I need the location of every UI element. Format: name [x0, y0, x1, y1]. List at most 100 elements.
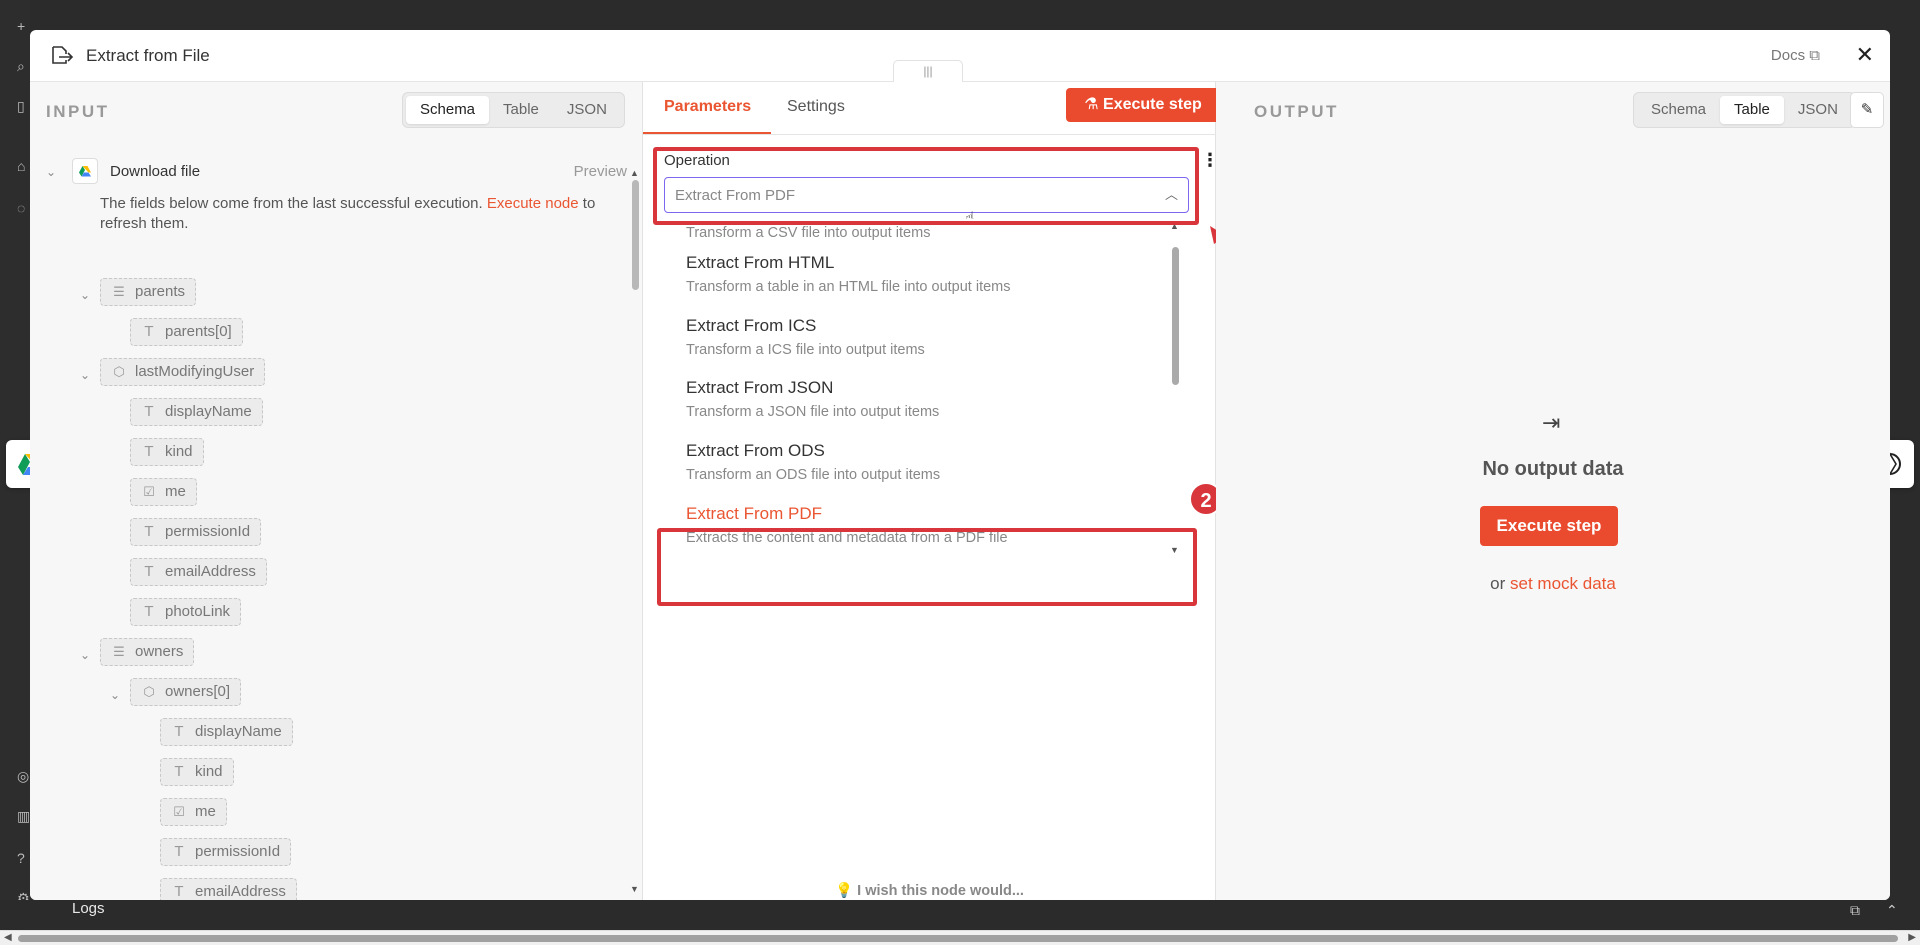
field-label: parents[0] — [165, 323, 232, 340]
pencil-icon: ✎ — [1860, 101, 1874, 118]
field-label: me — [195, 803, 216, 820]
field-label: lastModifyingUser — [135, 363, 255, 380]
annotation-box-1 — [653, 147, 1199, 225]
dropdown-option[interactable]: Extract From ODS Transform an ODS file i… — [664, 431, 1154, 493]
field-label: displayName — [195, 723, 282, 740]
schema-field[interactable]: ☑ me — [130, 478, 197, 506]
option-title: Extract From PDF — [686, 504, 823, 523]
set-mock-data-link[interactable]: set mock data — [1510, 574, 1616, 593]
chevron-down-icon[interactable]: ⌄ — [80, 368, 90, 382]
list-icon: ☰ — [113, 644, 125, 659]
close-button[interactable]: ✕ — [1856, 42, 1874, 68]
input-node-row[interactable]: ⌄ Download file Preview — [42, 158, 627, 188]
chevron-down-icon[interactable]: ⌄ — [110, 688, 120, 702]
text-type-icon: T — [144, 603, 154, 620]
execute-step-label: Execute step — [1103, 96, 1202, 113]
input-scrollbar-thumb[interactable] — [632, 180, 639, 290]
option-title: Extract From JSON — [686, 378, 834, 397]
modal-title: Extract from File — [86, 46, 210, 65]
horizontal-scrollbar-thumb[interactable] — [18, 935, 1898, 942]
input-scrollbar[interactable]: ▲ ▼ — [630, 168, 640, 894]
horizontal-scrollbar[interactable]: ◀ ▶ — [0, 930, 1920, 945]
schema-field[interactable]: Tkind — [160, 758, 234, 786]
field-label: kind — [195, 763, 223, 780]
option-desc: Transform a ICS file into output items — [686, 342, 925, 358]
input-panel: INPUT Schema Table JSON ⌄ Download file … — [30, 82, 643, 900]
field-label: owners[0] — [165, 683, 231, 700]
dropdown-option[interactable]: Extract From HTML Transform a table in a… — [664, 243, 1154, 305]
flask-icon: ⚗ — [1084, 96, 1099, 113]
note-text: The fields below come from the last succ… — [100, 195, 483, 212]
schema-field[interactable]: Tparents[0] — [130, 318, 243, 346]
tab-parameters[interactable]: Parameters — [664, 98, 751, 116]
field-label: permissionId — [165, 523, 251, 540]
no-output-title: No output data — [1482, 458, 1624, 480]
checkbox-icon: ☑ — [173, 804, 185, 819]
cube-icon: ⬡ — [113, 364, 125, 379]
schema-field[interactable]: ⬡ owners[0] — [130, 678, 242, 706]
field-label: kind — [165, 443, 193, 460]
scroll-up-icon[interactable]: ▲ — [630, 168, 639, 178]
feedback-link[interactable]: 💡 I wish this node would... — [643, 882, 1216, 899]
mock-data-line: or set mock data — [1216, 574, 1890, 594]
schema-field[interactable]: ☰ owners — [100, 638, 195, 666]
schema-field[interactable]: TemailAddress — [160, 878, 297, 900]
feedback-label: I wish this node would... — [857, 883, 1024, 899]
sign-in-icon: ⇥ — [1542, 410, 1561, 435]
output-panel: OUTPUT Schema Table JSON ✎ ⇥ No output d… — [1216, 82, 1890, 900]
input-node-name: Download file — [110, 163, 201, 180]
mock-prefix: or — [1490, 574, 1506, 593]
chevron-up-icon[interactable]: ⌃ — [1886, 902, 1898, 919]
schema-field[interactable]: TphotoLink — [130, 598, 242, 626]
option-desc: Transform an ODS file into output items — [686, 467, 941, 483]
schema-field[interactable]: TpermissionId — [160, 838, 292, 866]
chevron-down-icon[interactable]: ⌄ — [46, 165, 56, 179]
output-view-json[interactable]: JSON — [1784, 96, 1852, 124]
execute-step-button-output[interactable]: Execute step — [1480, 506, 1618, 546]
dropdown-option[interactable]: Extract From JSON Transform a JSON file … — [664, 368, 1154, 430]
output-label: OUTPUT — [1254, 102, 1339, 121]
operation-dropdown: Transform a CSV file into output items E… — [664, 219, 1189, 557]
schema-field[interactable]: TdisplayName — [130, 398, 263, 426]
option-title: Extract From ODS — [686, 441, 825, 460]
scroll-down-icon[interactable]: ▼ — [630, 884, 639, 894]
input-label: INPUT — [46, 102, 110, 121]
preview-link[interactable]: Preview — [574, 163, 627, 180]
edit-output-button[interactable]: ✎ — [1850, 92, 1884, 128]
execute-node-link[interactable]: Execute node — [487, 195, 579, 212]
dropdown-scrollbar-thumb[interactable] — [1172, 247, 1179, 385]
node-modal: Extract from File Docs ⧉ ✕ ||| INPUT Sch… — [30, 30, 1890, 900]
execute-step-button[interactable]: ⚗ Execute step — [1066, 88, 1220, 122]
schema-field[interactable]: ☑ me — [160, 798, 227, 826]
dropdown-option[interactable]: Extract From ICS Transform a ICS file in… — [664, 306, 1154, 368]
schema-field[interactable]: Tkind — [130, 438, 204, 466]
chevron-down-icon[interactable]: ⌄ — [80, 288, 90, 302]
schema-field[interactable]: TpermissionId — [130, 518, 262, 546]
input-view-table[interactable]: Table — [489, 96, 553, 124]
field-label: parents — [135, 283, 186, 300]
tab-settings[interactable]: Settings — [787, 98, 845, 116]
dropdown-partial-desc: Transform a CSV file into output items — [686, 225, 931, 241]
scroll-left-icon[interactable]: ◀ — [4, 932, 12, 943]
schema-field[interactable]: TemailAddress — [130, 558, 267, 586]
logs-popout-icon[interactable]: ⧉ — [1850, 902, 1860, 919]
schema-field[interactable]: TdisplayName — [160, 718, 293, 746]
execution-note: The fields below come from the last succ… — [100, 194, 620, 234]
schema-field[interactable]: ⬡ lastModifyingUser — [100, 358, 266, 386]
docs-link[interactable]: Docs ⧉ — [1771, 47, 1820, 64]
chevron-down-icon[interactable]: ⌄ — [80, 648, 90, 662]
text-type-icon: T — [174, 843, 184, 860]
input-view-schema[interactable]: Schema — [406, 96, 490, 124]
drag-handle[interactable]: ||| — [893, 60, 963, 82]
tabs-divider — [643, 134, 1216, 135]
logs-label[interactable]: Logs — [72, 900, 105, 917]
field-label: displayName — [165, 403, 252, 420]
output-view-schema[interactable]: Schema — [1637, 96, 1720, 124]
text-type-icon: T — [174, 723, 184, 740]
option-desc: Transform a table in an HTML file into o… — [686, 279, 1011, 295]
output-view-toggle: Schema Table JSON — [1633, 92, 1856, 128]
output-view-table[interactable]: Table — [1720, 96, 1784, 124]
scroll-right-icon[interactable]: ▶ — [1908, 932, 1916, 943]
schema-field[interactable]: ☰ parents — [100, 278, 197, 306]
input-view-json[interactable]: JSON — [553, 96, 621, 124]
